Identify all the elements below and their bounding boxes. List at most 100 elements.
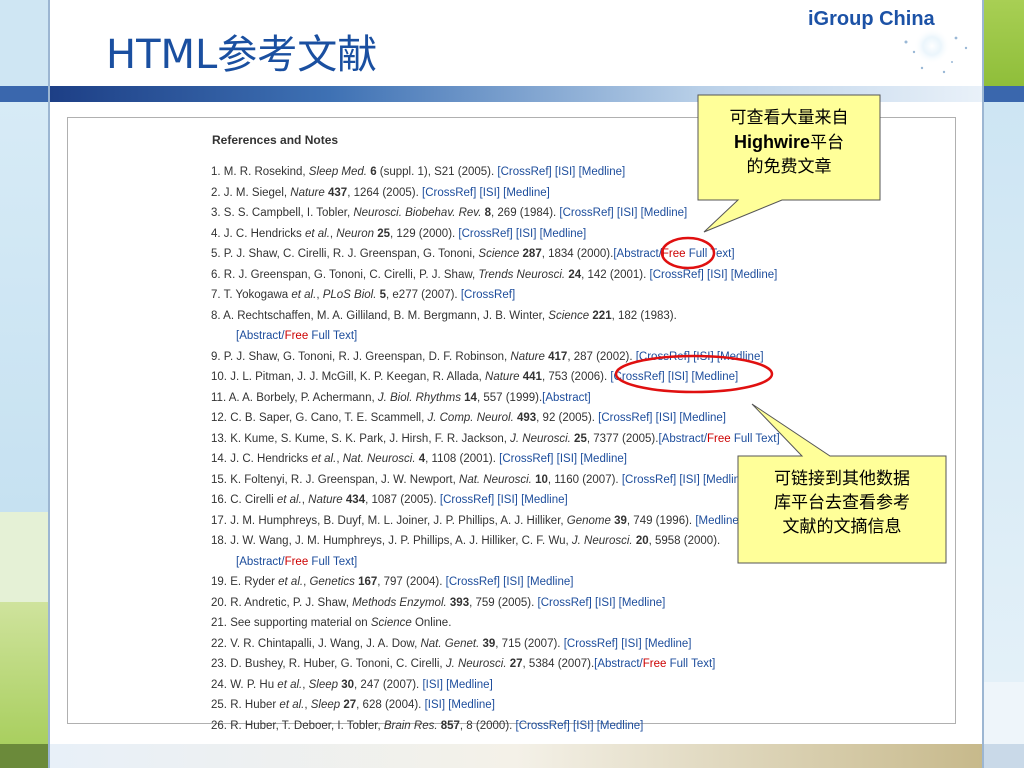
callout-top-text: 可查看大量来自 Highwire平台 的免费文章 — [698, 106, 880, 179]
reference-fulltext-link[interactable]: Full Text] — [666, 658, 716, 670]
reference-free-label[interactable]: Free — [662, 248, 686, 260]
reference-links[interactable]: [CrossRef] — [461, 289, 515, 301]
reference-volume: 10 — [535, 473, 548, 486]
reference-fulltext-link[interactable]: Full Text] — [686, 248, 735, 260]
reference-abstract-link[interactable]: [Abstract/ — [236, 330, 285, 342]
reference-volume: 167 — [358, 576, 378, 588]
reference-authors: R. Huber — [230, 699, 280, 711]
reference-number: 16. — [211, 494, 227, 506]
reference-journal: Brain Res. — [383, 719, 438, 732]
reference-free-label[interactable]: Free — [285, 330, 309, 342]
reference-volume: 417 — [548, 350, 568, 363]
reference-links[interactable]: [Abstract] — [542, 392, 591, 404]
reference-journal: Genome — [566, 514, 611, 527]
reference-pages-year: , 628 (2004). — [356, 699, 425, 711]
reference-links[interactable]: [ISI] [Medline] — [425, 699, 495, 711]
reference-authors: K. Kume, S. Kume, S. K. Park, J. Hirsh, … — [230, 432, 511, 445]
reference-volume: 441 — [522, 371, 542, 383]
reference-number: 26. — [211, 719, 227, 732]
reference-authors: M. R. Rosekind, — [223, 166, 309, 178]
slide-title: HTML参考文献 — [106, 32, 378, 78]
reference-fulltext-link[interactable]: Full Text] — [308, 330, 357, 342]
reference-links[interactable]: [CrossRef] [ISI] [Medline] — [446, 576, 574, 588]
reference-et-al: et al. — [311, 453, 337, 465]
reference-number: 6. — [211, 268, 221, 281]
reference-journal: Nat. Neurosci. — [459, 473, 532, 486]
reference-links[interactable]: [CrossRef] [ISI] [Medline] — [458, 228, 586, 240]
reference-authors: K. Foltenyi, R. J. Greenspan, J. W. Newp… — [230, 473, 460, 486]
reference-volume: 25 — [377, 227, 391, 240]
reference-volume: 39 — [482, 637, 496, 650]
reference-links[interactable]: [CrossRef] [ISI] [Medline] — [538, 597, 666, 609]
reference-links[interactable]: [CrossRef] [ISI] [Medline] — [598, 412, 726, 424]
reference-number: 9. — [211, 350, 221, 363]
reference-links[interactable]: [CrossRef] [ISI] [Medline] — [516, 720, 644, 732]
reference-authors: J. L. Pitman, J. J. McGill, K. P. Keegan… — [230, 371, 486, 383]
reference-journal: Science — [478, 248, 520, 260]
reference-authors: S. S. Campbell, I. Tobler, — [223, 207, 354, 219]
reference-pages-year: , 92 (2005). — [536, 412, 599, 424]
reference-number: 3. — [211, 207, 221, 219]
reference-item: 14. J. C. Hendricks et al., Nat. Neurosc… — [211, 449, 780, 470]
reference-authors: W. P. Hu — [230, 678, 278, 691]
reference-item: 3. S. S. Campbell, I. Tobler, Neurosci. … — [211, 203, 780, 224]
reference-links[interactable]: [CrossRef] [ISI] [Medline] — [650, 269, 778, 281]
reference-number: 12. — [211, 412, 227, 424]
reference-authors: J. M. Humphreys, B. Duyf, M. L. Joiner, … — [230, 514, 567, 527]
reference-journal: Nature — [308, 494, 343, 506]
reference-links[interactable]: [CrossRef] [ISI] [Medline] — [636, 351, 764, 363]
reference-number: 21. — [211, 617, 227, 629]
reference-volume: 20 — [635, 535, 649, 547]
reference-authors: C. B. Saper, G. Cano, T. E. Scammell, — [230, 412, 428, 424]
reference-abstract-link[interactable]: [Abstract/ — [658, 433, 707, 445]
reference-links[interactable]: [CrossRef] [ISI] [Medline] — [622, 474, 750, 486]
reference-authors: R. J. Greenspan, G. Tononi, C. Cirelli, … — [223, 268, 479, 281]
header-bar — [50, 86, 982, 102]
reference-et-al: et al. — [276, 494, 302, 506]
reference-links[interactable]: [CrossRef] [ISI] [Medline] — [564, 638, 692, 650]
reference-abstract-link[interactable]: [Abstract/ — [236, 556, 285, 568]
reference-fulltext-link[interactable]: Full Text] — [731, 433, 780, 445]
reference-number: 4. — [211, 227, 221, 240]
reference-item: 4. J. C. Hendricks et al., Neuron 25, 12… — [211, 224, 780, 245]
reference-journal: Nat. Neurosci. — [342, 453, 416, 465]
reference-free-label[interactable]: Free — [643, 658, 667, 670]
reference-links[interactable]: [CrossRef] [ISI] [Medline] — [422, 187, 550, 199]
reference-screenshot: References and Notes 1. M. R. Rosekind, … — [67, 117, 956, 732]
reference-links[interactable]: [CrossRef] [ISI] [Medline] — [610, 371, 738, 383]
reference-pages-year: , 1264 (2005). — [347, 186, 422, 199]
reference-volume: 393 — [449, 596, 470, 609]
reference-links[interactable]: [Medline] — [695, 515, 742, 527]
reference-volume: 857 — [440, 719, 460, 732]
reference-item: 11. A. A. Borbely, P. Achermann, J. Biol… — [211, 388, 780, 409]
callout-bottom-line1: 可链接到其他数据 — [774, 469, 910, 489]
reference-links[interactable]: [CrossRef] [ISI] [Medline] — [559, 207, 687, 219]
reference-item: 2. J. M. Siegel, Nature 437, 1264 (2005)… — [211, 183, 780, 204]
reference-free-label[interactable]: Free — [285, 556, 309, 568]
reference-volume: 39 — [614, 514, 627, 527]
reference-pages-year: , 5958 (2000). — [648, 535, 721, 547]
reference-links[interactable]: [CrossRef] [ISI] [Medline] — [497, 166, 625, 178]
reference-journal: Sleep — [308, 678, 339, 691]
reference-fulltext-link[interactable]: Full Text] — [308, 556, 357, 568]
reference-journal: Science — [548, 309, 590, 322]
reference-authors: V. R. Chintapalli, J. Wang, J. A. Dow, — [230, 637, 421, 650]
reference-number: 14. — [211, 453, 227, 465]
reference-item: 8. A. Rechtschaffen, M. A. Gilliland, B.… — [211, 306, 780, 347]
reference-volume: 24 — [568, 268, 582, 281]
reference-abstract-link[interactable]: [Abstract/ — [594, 658, 643, 670]
reference-pages-year: , 8 (2000). — [459, 719, 516, 732]
reference-links[interactable]: [CrossRef] [ISI] [Medline] — [440, 494, 568, 506]
references-heading: References and Notes — [212, 133, 339, 147]
reference-abstract-link[interactable]: [Abstract/ — [613, 248, 662, 260]
reference-authors: J. C. Hendricks — [230, 453, 312, 465]
reference-pages-year: , 749 (1996). — [626, 514, 696, 527]
reference-links[interactable]: [ISI] [Medline] — [422, 679, 492, 691]
reference-item: 18. J. W. Wang, J. M. Humphreys, J. P. P… — [211, 531, 780, 572]
callout-top-line2: Highwire平台 — [698, 130, 880, 155]
reference-journal: J. Biol. Rhythms — [377, 391, 461, 404]
reference-links[interactable]: [CrossRef] [ISI] [Medline] — [499, 453, 627, 465]
reference-free-label[interactable]: Free — [707, 433, 731, 445]
reference-journal: PLoS Biol. — [322, 289, 377, 301]
callout-top-line3: 的免费文章 — [746, 157, 832, 177]
